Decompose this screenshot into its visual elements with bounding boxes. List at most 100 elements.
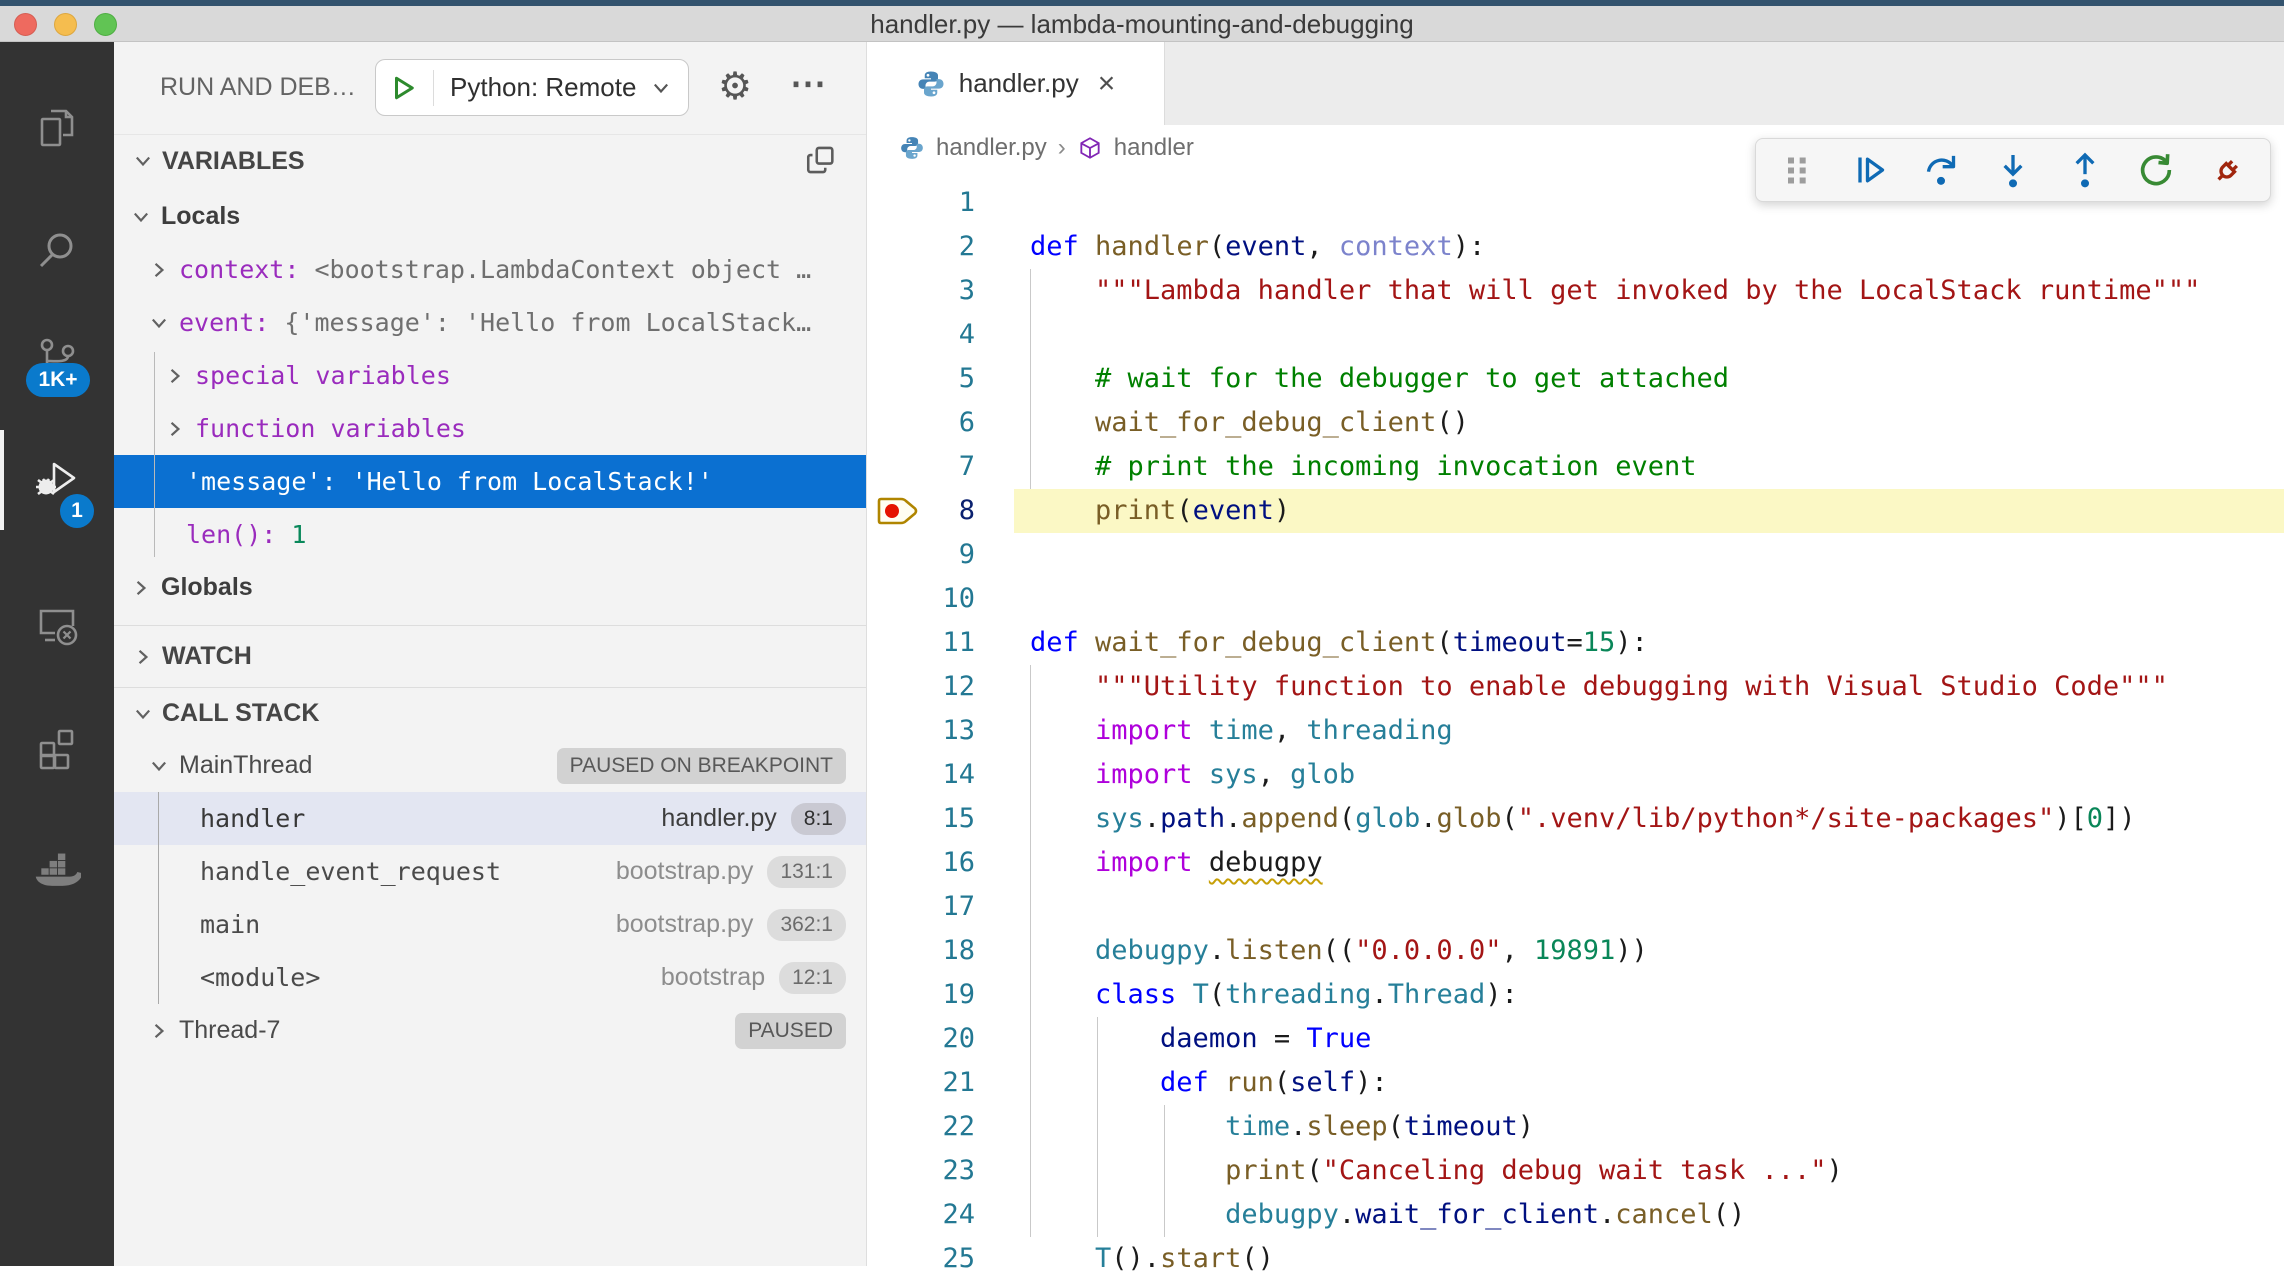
gear-icon[interactable]: ⚙ bbox=[708, 60, 762, 114]
line-content[interactable]: def handler(event, context): bbox=[1014, 225, 2284, 269]
line-content[interactable]: # print the incoming invocation event bbox=[1014, 445, 2284, 489]
code-line[interactable]: 24 debugpy.wait_for_client.cancel() bbox=[867, 1193, 2284, 1237]
callstack-row[interactable]: handlerhandler.py8:1 bbox=[114, 792, 866, 845]
line-content[interactable]: wait_for_debug_client() bbox=[1014, 401, 2284, 445]
code-line[interactable]: 13 import time, threading bbox=[867, 709, 2284, 753]
code-line[interactable]: 14 import sys, glob bbox=[867, 753, 2284, 797]
variables-row[interactable]: function variables bbox=[114, 402, 866, 455]
line-content[interactable] bbox=[1014, 577, 2284, 621]
line-content[interactable]: """Lambda handler that will get invoked … bbox=[1014, 269, 2284, 313]
gutter[interactable]: 25 bbox=[867, 1237, 1014, 1281]
gutter[interactable]: 15 bbox=[867, 797, 1014, 841]
code-line[interactable]: 8 print(event) bbox=[867, 489, 2284, 533]
code-line[interactable]: 19 class T(threading.Thread): bbox=[867, 973, 2284, 1017]
gutter[interactable]: 24 bbox=[867, 1193, 1014, 1237]
code-line[interactable]: 10 bbox=[867, 577, 2284, 621]
breadcrumb-symbol[interactable]: handler bbox=[1114, 134, 1194, 162]
gutter[interactable]: 19 bbox=[867, 973, 1014, 1017]
variables-row[interactable]: context: <bootstrap.LambdaContext object… bbox=[114, 243, 866, 296]
gutter[interactable]: 21 bbox=[867, 1061, 1014, 1105]
gutter[interactable]: 8 bbox=[867, 489, 1014, 533]
line-content[interactable]: sys.path.append(glob.glob(".venv/lib/pyt… bbox=[1014, 797, 2284, 841]
line-content[interactable]: debugpy.listen(("0.0.0.0", 19891)) bbox=[1014, 929, 2284, 973]
disconnect-button[interactable] bbox=[2206, 148, 2250, 192]
more-actions-icon[interactable]: ⋯ bbox=[782, 56, 836, 110]
gutter[interactable]: 22 bbox=[867, 1105, 1014, 1149]
remote-explorer-icon[interactable] bbox=[33, 602, 81, 650]
line-content[interactable]: print("Canceling debug wait task ...") bbox=[1014, 1149, 2284, 1193]
code-line[interactable]: 9 bbox=[867, 533, 2284, 577]
variables-row[interactable]: Globals bbox=[114, 561, 866, 614]
gutter[interactable]: 1 bbox=[867, 181, 1014, 225]
tab-handler-py[interactable]: handler.py × bbox=[867, 42, 1165, 125]
variables-row[interactable]: special variables bbox=[114, 349, 866, 402]
code-line[interactable]: 12 """Utility function to enable debuggi… bbox=[867, 665, 2284, 709]
breakpoint-current-icon[interactable] bbox=[877, 495, 921, 527]
line-content[interactable]: def wait_for_debug_client(timeout=15): bbox=[1014, 621, 2284, 665]
search-icon[interactable] bbox=[33, 227, 81, 275]
code-line[interactable]: 5 # wait for the debugger to get attache… bbox=[867, 357, 2284, 401]
line-content[interactable]: time.sleep(timeout) bbox=[1014, 1105, 2284, 1149]
gutter[interactable]: 18 bbox=[867, 929, 1014, 973]
gutter[interactable]: 23 bbox=[867, 1149, 1014, 1193]
line-content[interactable]: """Utility function to enable debugging … bbox=[1014, 665, 2284, 709]
docker-icon[interactable] bbox=[33, 848, 81, 896]
gutter[interactable]: 3 bbox=[867, 269, 1014, 313]
gutter[interactable]: 12 bbox=[867, 665, 1014, 709]
line-content[interactable]: # wait for the debugger to get attached bbox=[1014, 357, 2284, 401]
gutter[interactable]: 7 bbox=[867, 445, 1014, 489]
line-content[interactable]: daemon = True bbox=[1014, 1017, 2284, 1061]
watch-section-header[interactable]: WATCH bbox=[114, 625, 866, 687]
continue-button[interactable] bbox=[1848, 148, 1892, 192]
code-line[interactable]: 21 def run(self): bbox=[867, 1061, 2284, 1105]
line-content[interactable]: debugpy.wait_for_client.cancel() bbox=[1014, 1193, 2284, 1237]
extensions-icon[interactable] bbox=[33, 726, 81, 774]
breadcrumb-file[interactable]: handler.py bbox=[936, 134, 1047, 162]
gutter[interactable]: 4 bbox=[867, 313, 1014, 357]
code-line[interactable]: 4 bbox=[867, 313, 2284, 357]
line-content[interactable]: import debugpy bbox=[1014, 841, 2284, 885]
variables-row[interactable]: event: {'message': 'Hello from LocalStac… bbox=[114, 296, 866, 349]
code-line[interactable]: 15 sys.path.append(glob.glob(".venv/lib/… bbox=[867, 797, 2284, 841]
line-content[interactable]: T().start() bbox=[1014, 1237, 2284, 1281]
gutter[interactable]: 6 bbox=[867, 401, 1014, 445]
explorer-icon[interactable] bbox=[33, 104, 81, 152]
step-into-button[interactable] bbox=[1991, 148, 2035, 192]
collapse-all-icon[interactable] bbox=[804, 143, 840, 179]
callstack-row[interactable]: Thread-7PAUSED bbox=[114, 1004, 866, 1057]
code-line[interactable]: 22 time.sleep(timeout) bbox=[867, 1105, 2284, 1149]
gutter[interactable]: 2 bbox=[867, 225, 1014, 269]
code-line[interactable]: 2def handler(event, context): bbox=[867, 225, 2284, 269]
code-area[interactable]: 12def handler(event, context):3 """Lambd… bbox=[867, 181, 2284, 1266]
step-over-button[interactable] bbox=[1919, 148, 1963, 192]
callstack-row[interactable]: MainThreadPAUSED ON BREAKPOINT bbox=[114, 739, 866, 792]
start-debug-icon[interactable] bbox=[389, 73, 419, 103]
gutter[interactable]: 10 bbox=[867, 577, 1014, 621]
code-line[interactable]: 16 import debugpy bbox=[867, 841, 2284, 885]
toolbar-drag-handle[interactable] bbox=[1776, 148, 1820, 192]
callstack-section-header[interactable]: CALL STACK bbox=[114, 687, 866, 739]
line-content[interactable] bbox=[1014, 885, 2284, 929]
code-line[interactable]: 3 """Lambda handler that will get invoke… bbox=[867, 269, 2284, 313]
code-line[interactable]: 17 bbox=[867, 885, 2284, 929]
code-line[interactable]: 6 wait_for_debug_client() bbox=[867, 401, 2284, 445]
line-content[interactable]: class T(threading.Thread): bbox=[1014, 973, 2284, 1017]
code-line[interactable]: 25 T().start() bbox=[867, 1237, 2284, 1281]
close-tab-icon[interactable]: × bbox=[1098, 69, 1116, 99]
variables-section-header[interactable]: VARIABLES bbox=[114, 134, 866, 187]
restart-button[interactable] bbox=[2134, 148, 2178, 192]
gutter[interactable]: 11 bbox=[867, 621, 1014, 665]
callstack-row[interactable]: <module>bootstrap12:1 bbox=[114, 951, 866, 1004]
callstack-row[interactable]: handle_event_requestbootstrap.py131:1 bbox=[114, 845, 866, 898]
title-bar[interactable]: handler.py — lambda-mounting-and-debuggi… bbox=[0, 6, 2284, 42]
gutter[interactable]: 17 bbox=[867, 885, 1014, 929]
code-line[interactable]: 7 # print the incoming invocation event bbox=[867, 445, 2284, 489]
line-content[interactable]: import time, threading bbox=[1014, 709, 2284, 753]
code-line[interactable]: 23 print("Canceling debug wait task ..."… bbox=[867, 1149, 2284, 1193]
step-out-button[interactable] bbox=[2063, 148, 2107, 192]
gutter[interactable]: 16 bbox=[867, 841, 1014, 885]
variables-row[interactable]: len(): 1 bbox=[114, 508, 866, 561]
code-line[interactable]: 18 debugpy.listen(("0.0.0.0", 19891)) bbox=[867, 929, 2284, 973]
line-content[interactable]: print(event) bbox=[1014, 489, 2284, 533]
variables-row[interactable]: 'message': 'Hello from LocalStack!' bbox=[114, 455, 866, 508]
